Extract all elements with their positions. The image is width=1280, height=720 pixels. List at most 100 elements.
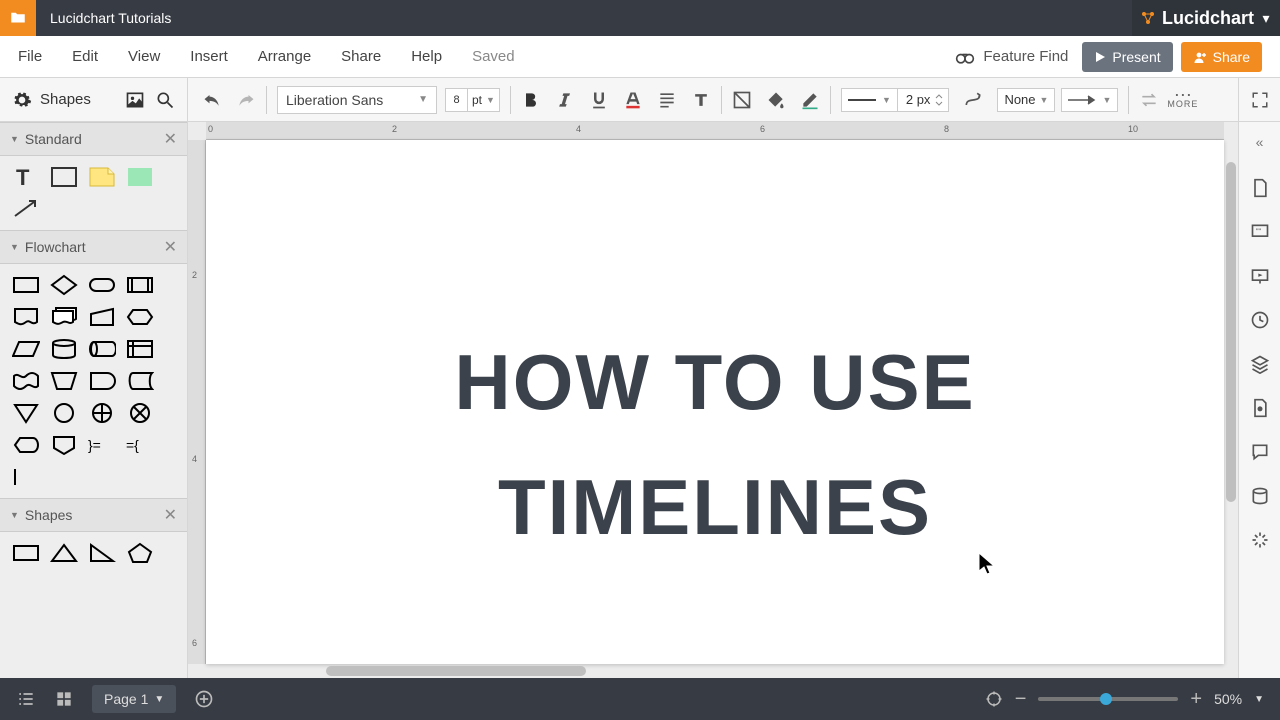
direct-data-shape[interactable]: [88, 338, 116, 360]
page-icon[interactable]: [1250, 178, 1270, 198]
font-size-input[interactable]: 8: [445, 88, 467, 112]
palette-header-shapes[interactable]: ▼ Shapes ✕: [0, 498, 187, 532]
data-shape[interactable]: [12, 338, 40, 360]
grid-view-icon[interactable]: [54, 689, 74, 709]
palette-header-standard[interactable]: ▼ Standard ✕: [0, 122, 187, 156]
zoom-slider[interactable]: [1038, 697, 1178, 701]
off-page-shape[interactable]: [50, 434, 78, 456]
zoom-slider-knob[interactable]: [1100, 693, 1112, 705]
close-icon[interactable]: ✕: [164, 505, 177, 525]
search-icon[interactable]: [155, 90, 175, 110]
pentagon-shape[interactable]: [126, 542, 154, 564]
fullscreen-button[interactable]: [1238, 78, 1280, 121]
card-shape[interactable]: [12, 466, 40, 488]
or-shape[interactable]: [88, 402, 116, 424]
font-unit-select[interactable]: pt ▼: [467, 88, 500, 112]
endpoint-left-select[interactable]: None ▼: [997, 88, 1055, 112]
rectangle-shape[interactable]: [50, 166, 78, 188]
text-color-icon[interactable]: [623, 90, 643, 110]
paper-tape-shape[interactable]: [12, 370, 40, 392]
brand-menu[interactable]: Lucidchart ▾: [1132, 0, 1280, 36]
scrollbar-vertical[interactable]: [1224, 132, 1238, 668]
predefined-shape[interactable]: [126, 274, 154, 296]
sum-junction-shape[interactable]: [126, 402, 154, 424]
font-family-select[interactable]: Liberation Sans ▼: [277, 86, 437, 114]
close-icon[interactable]: ✕: [164, 129, 177, 149]
manual-op-shape[interactable]: [50, 370, 78, 392]
text-shape[interactable]: T: [12, 166, 40, 188]
menu-help[interactable]: Help: [411, 48, 442, 65]
stored-data-shape[interactable]: [126, 370, 154, 392]
decision-shape[interactable]: [50, 274, 78, 296]
folder-icon[interactable]: [0, 0, 36, 36]
fill-bucket-icon[interactable]: [766, 90, 786, 110]
connector-shape[interactable]: [50, 402, 78, 424]
bold-icon[interactable]: [521, 90, 541, 110]
menu-view[interactable]: View: [128, 48, 160, 65]
rect-shape[interactable]: [12, 542, 40, 564]
note-shape[interactable]: [88, 166, 116, 188]
palette-header-flowchart[interactable]: ▼ Flowchart ✕: [0, 230, 187, 264]
close-icon[interactable]: ✕: [164, 237, 177, 257]
share-button[interactable]: Share: [1181, 42, 1262, 72]
scrollbar-thumb[interactable]: [1226, 162, 1236, 502]
magic-icon[interactable]: [1250, 530, 1270, 550]
swap-icon[interactable]: [1139, 90, 1159, 110]
endpoint-right-select[interactable]: ▼: [1061, 88, 1118, 112]
underline-icon[interactable]: [589, 90, 609, 110]
menu-arrange[interactable]: Arrange: [258, 48, 311, 65]
process-shape[interactable]: [12, 274, 40, 296]
internal-storage-shape[interactable]: [126, 338, 154, 360]
document-title[interactable]: Lucidchart Tutorials: [50, 10, 171, 26]
line-style-select[interactable]: ▼: [841, 88, 898, 112]
zoom-in-button[interactable]: +: [1190, 688, 1202, 711]
multidoc-shape[interactable]: [50, 306, 78, 328]
menu-insert[interactable]: Insert: [190, 48, 228, 65]
canvas-area[interactable]: 0 2 4 6 8 10 2 4 6 HOW TO USE TIMELINES: [188, 122, 1238, 678]
line-curve-icon[interactable]: [963, 90, 983, 110]
scrollbar-horizontal[interactable]: [206, 664, 1224, 678]
merge-shape[interactable]: [12, 402, 40, 424]
menu-share[interactable]: Share: [341, 48, 381, 65]
triangle-shape[interactable]: [50, 542, 78, 564]
canvas-page[interactable]: HOW TO USE TIMELINES: [206, 140, 1224, 664]
brace-right-shape[interactable]: }=: [88, 434, 116, 456]
block-shape[interactable]: [126, 166, 154, 188]
presentation-icon[interactable]: [1250, 266, 1270, 286]
page-tab[interactable]: Page 1 ▼: [92, 685, 176, 713]
zoom-value[interactable]: 50%: [1214, 691, 1242, 707]
present-button[interactable]: Present: [1082, 42, 1172, 72]
layers-icon[interactable]: [1250, 354, 1270, 374]
target-icon[interactable]: [985, 690, 1003, 708]
image-icon[interactable]: [125, 90, 145, 110]
list-view-icon[interactable]: [16, 689, 36, 709]
feature-find-button[interactable]: Feature Find: [955, 48, 1068, 65]
chat-icon[interactable]: [1250, 442, 1270, 462]
add-page-icon[interactable]: [194, 689, 214, 709]
arrow-shape[interactable]: [12, 198, 40, 220]
gear-icon[interactable]: [12, 90, 32, 110]
align-icon[interactable]: [657, 90, 677, 110]
menu-file[interactable]: File: [18, 48, 42, 65]
border-color-icon[interactable]: [800, 90, 820, 110]
line-width-input[interactable]: 2 px: [898, 88, 950, 112]
more-button[interactable]: ⋯ MORE: [1167, 91, 1198, 109]
preparation-shape[interactable]: [126, 306, 154, 328]
manual-input-shape[interactable]: [88, 306, 116, 328]
redo-icon[interactable]: [236, 90, 256, 110]
database-shape[interactable]: [50, 338, 78, 360]
history-icon[interactable]: [1250, 310, 1270, 330]
collapse-right-button[interactable]: «: [1239, 130, 1280, 154]
shape-fill-icon[interactable]: [732, 90, 752, 110]
data-icon[interactable]: [1250, 486, 1270, 506]
brace-left-shape[interactable]: ={: [126, 434, 154, 456]
comment-icon[interactable]: "": [1250, 222, 1270, 242]
delay-shape[interactable]: [88, 370, 116, 392]
master-page-icon[interactable]: [1250, 398, 1270, 418]
text-box-icon[interactable]: [691, 90, 711, 110]
menu-edit[interactable]: Edit: [72, 48, 98, 65]
display-shape[interactable]: [12, 434, 40, 456]
scrollbar-thumb[interactable]: [326, 666, 586, 676]
zoom-out-button[interactable]: −: [1015, 688, 1027, 711]
document-shape[interactable]: [12, 306, 40, 328]
